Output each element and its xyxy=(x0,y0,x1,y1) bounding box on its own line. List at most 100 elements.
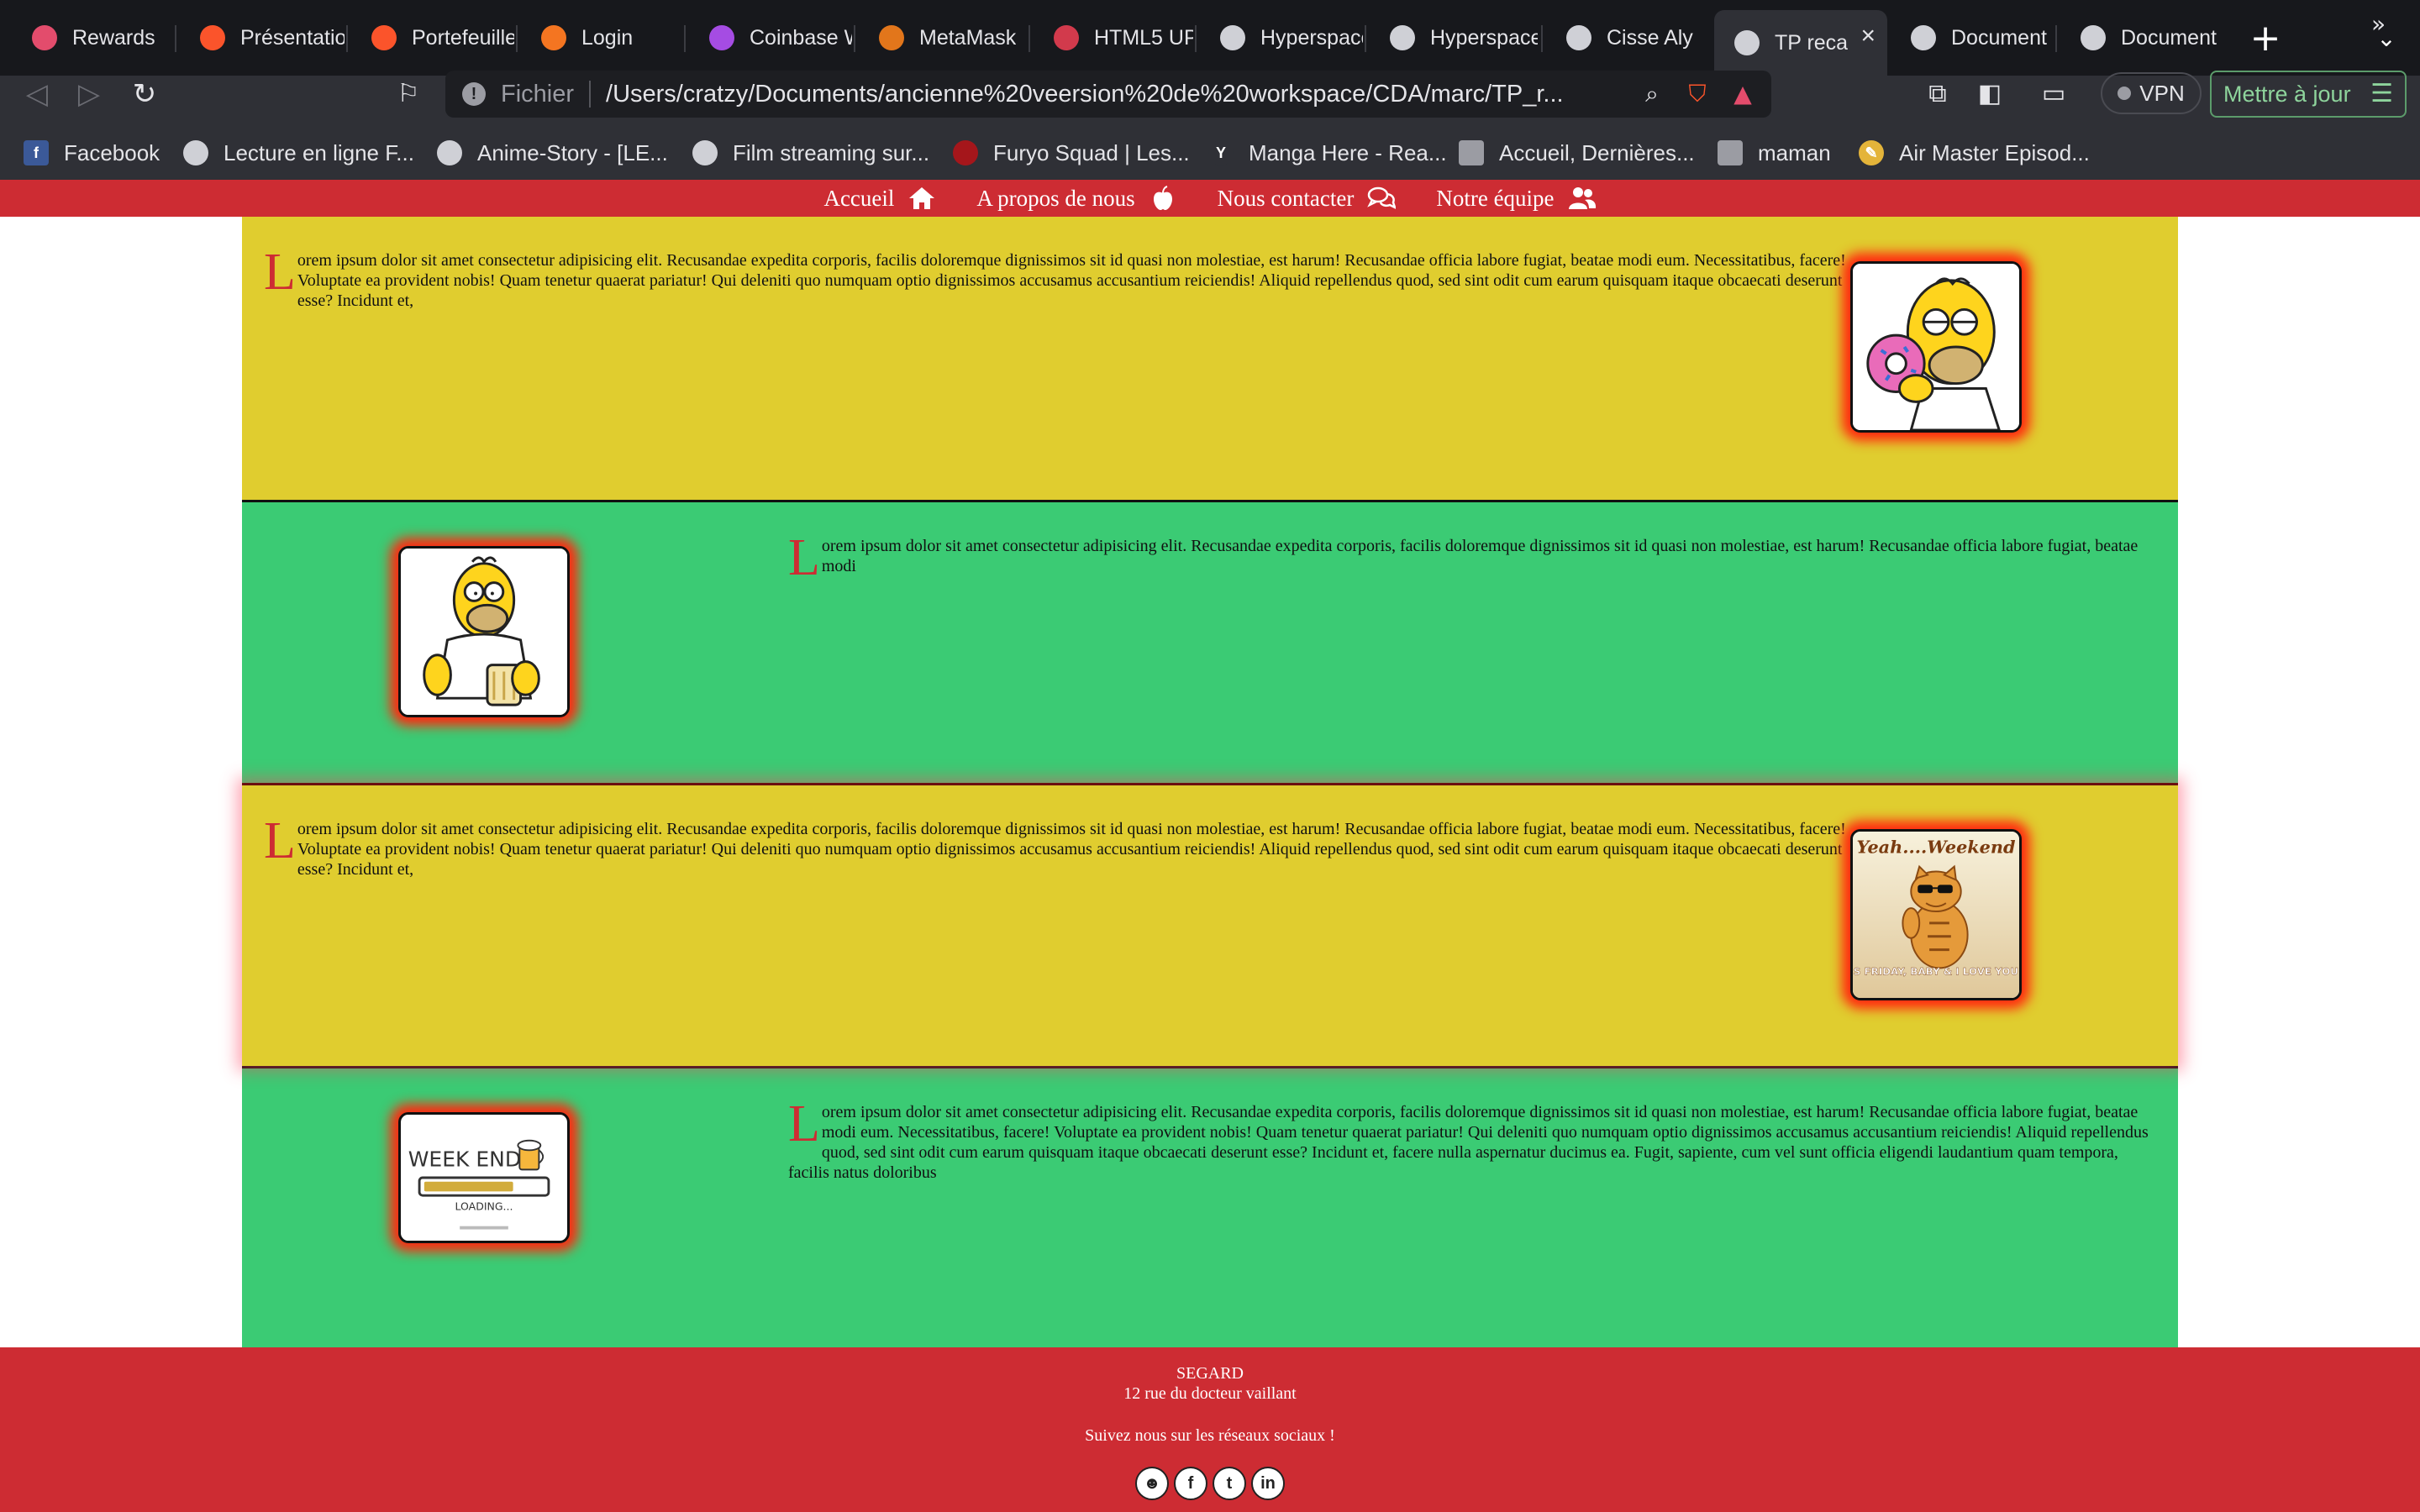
browser-tab-bar: Rewards Présentation Portefeuille Login Coin… xyxy=(0,0,2420,76)
tab-separator xyxy=(1365,25,1366,52)
section-text: orem ipsum dolor sit amet consectetur ad… xyxy=(788,1103,2149,1182)
globe-icon xyxy=(692,140,718,165)
browser-tab[interactable]: Présentation xyxy=(180,12,345,64)
browser-tab[interactable]: HTML5 UP! xyxy=(1034,12,1193,64)
tab-separator xyxy=(1195,25,1197,52)
tab-label: Document xyxy=(1951,25,2047,50)
globe-icon xyxy=(183,140,208,165)
back-icon[interactable]: ◁ xyxy=(15,72,59,116)
section-text: orem ipsum dolor sit amet consectetur ad… xyxy=(297,251,1846,310)
facebook-icon[interactable]: f xyxy=(1174,1467,1207,1500)
section-1-text: Lorem ipsum dolor sit amet consectetur a… xyxy=(264,246,1860,311)
tab-separator xyxy=(346,25,348,52)
update-label: Mettre à jour xyxy=(2223,81,2351,107)
update-button[interactable]: Mettre à jour ☰ xyxy=(2210,71,2407,118)
globe-icon xyxy=(437,140,462,165)
globe-icon xyxy=(1220,25,1245,50)
tab-label: Coinbase W xyxy=(750,25,852,50)
bookmark-item[interactable]: maman xyxy=(1718,138,1831,168)
bookmarks-bar: f Facebook Lecture en ligne F... Anime-Stor… xyxy=(0,128,2420,178)
twitter-icon[interactable]: t xyxy=(1213,1467,1246,1500)
metamask-icon xyxy=(879,25,904,50)
vpn-button[interactable]: VPN xyxy=(2101,72,2202,114)
weekend-caption-bottom: LOADING... xyxy=(455,1200,513,1212)
bookmarks-overflow-icon[interactable]: » xyxy=(2371,10,2386,38)
folder-icon xyxy=(1459,140,1484,165)
forward-icon[interactable]: ▷ xyxy=(67,72,111,116)
bookmark-item[interactable]: Furyo Squad | Les... xyxy=(953,138,1190,168)
tab-label: Rewards xyxy=(72,25,155,50)
bookmark-label: Lecture en ligne F... xyxy=(224,139,414,165)
extensions-icon[interactable]: ⧉ xyxy=(1916,72,1960,116)
globe-icon xyxy=(1390,25,1415,50)
reload-icon[interactable]: ↻ xyxy=(123,72,166,116)
dropcap: L xyxy=(788,529,820,586)
section-3-text: Lorem ipsum dolor sit amet consectetur a… xyxy=(264,815,1860,879)
bookmark-item[interactable]: Y Manga Here - Rea... xyxy=(1208,138,1447,168)
tab-separator xyxy=(1028,25,1030,52)
garfield-weekend-image: Yeah....Weekend IT'S FRIDAY, BABY & I LO… xyxy=(1850,829,2022,1000)
globe-icon xyxy=(2081,25,2106,50)
linkedin-icon[interactable]: in xyxy=(1251,1467,1285,1500)
bookmark-item[interactable]: Accueil, Dernières... xyxy=(1459,138,1695,168)
browser-tab[interactable]: Document xyxy=(1891,12,2052,64)
globe-icon xyxy=(1734,30,1760,55)
bookmark-item[interactable]: Anime-Story - [LE... xyxy=(437,138,668,168)
nav-about-link[interactable]: A propos de nous xyxy=(976,186,1176,212)
tab-separator xyxy=(2055,25,2057,52)
tab-separator xyxy=(1541,25,1543,52)
bookmark-label: Facebook xyxy=(64,139,160,165)
url-text[interactable]: /Users/cratzy/Documents/ancienne%20veers… xyxy=(606,81,1635,108)
brave-icon xyxy=(371,25,397,50)
wallet-icon[interactable]: ▭ xyxy=(2032,72,2075,116)
mangahere-icon: Y xyxy=(1208,140,1234,165)
close-tab-icon[interactable]: × xyxy=(1860,22,1876,50)
brave-shields-icon[interactable]: ⛉ xyxy=(1681,77,1714,111)
browser-tab[interactable]: Document xyxy=(2060,12,2228,64)
new-tab-button[interactable]: + xyxy=(2247,15,2284,62)
menu-icon[interactable]: ☰ xyxy=(2370,79,2393,108)
bookmark-item[interactable]: ✎ Air Master Episod... xyxy=(1859,138,2090,168)
section-text: orem ipsum dolor sit amet consectetur ad… xyxy=(821,537,2139,575)
facebook-icon: f xyxy=(24,140,49,165)
bookmark-item[interactable]: f Facebook xyxy=(24,138,160,168)
bookmark-item[interactable]: Lecture en ligne F... xyxy=(183,138,414,168)
site-info-icon[interactable]: ! xyxy=(462,82,486,106)
address-bar[interactable]: ! Fichier /Users/cratzy/Documents/ancien… xyxy=(445,71,1771,118)
browser-tab[interactable]: Hyperspace xyxy=(1370,12,1538,64)
browser-tab[interactable]: Login xyxy=(521,12,682,64)
zoom-search-icon[interactable]: ⌕ xyxy=(1635,77,1669,111)
browser-tab[interactable]: MetaMask xyxy=(859,12,1027,64)
bookmark-page-icon[interactable]: ⚐ xyxy=(387,72,430,116)
crunchyroll-icon xyxy=(541,25,566,50)
sidebar-icon[interactable]: ◧ xyxy=(1968,72,2012,116)
browser-tab[interactable]: Hyperspace xyxy=(1200,12,1363,64)
brave-rewards-icon[interactable]: ▲ xyxy=(1726,77,1760,111)
browser-tab[interactable]: Rewards xyxy=(12,12,171,64)
globe-icon xyxy=(1911,25,1936,50)
bookmark-item[interactable]: Film streaming sur... xyxy=(692,138,929,168)
snapchat-icon[interactable]: ☻ xyxy=(1135,1467,1169,1500)
tab-label: TP reca xyxy=(1775,30,1849,55)
vpn-label: VPN xyxy=(2139,80,2185,106)
pencil-icon: ✎ xyxy=(1859,140,1884,165)
bookmark-label: maman xyxy=(1758,139,1831,165)
browser-tab[interactable]: TP reca × xyxy=(1714,10,1887,76)
browser-tab[interactable]: Coinbase W xyxy=(689,12,852,64)
tab-label: Cisse Aly xyxy=(1607,25,1693,50)
tab-separator xyxy=(175,25,176,52)
browser-tab[interactable]: Portefeuille xyxy=(351,12,514,64)
browser-tab[interactable]: Cisse Aly xyxy=(1546,12,1707,64)
apple-icon xyxy=(1153,186,1172,210)
section-2: Lorem ipsum dolor sit amet consectetur a… xyxy=(242,500,2178,783)
section-text: orem ipsum dolor sit amet consectetur ad… xyxy=(297,820,1846,879)
bookmark-label: Air Master Episod... xyxy=(1899,139,2090,165)
folder-icon xyxy=(1718,140,1743,165)
nav-team-link[interactable]: Notre équipe xyxy=(1436,186,1596,212)
brave-icon xyxy=(200,25,225,50)
tab-label: Login xyxy=(581,25,634,50)
nav-contact-link[interactable]: Nous contacter xyxy=(1218,186,1397,212)
tab-label: Document xyxy=(2121,25,2217,50)
dropcap: L xyxy=(788,1095,820,1152)
nav-home-link[interactable]: Accueil xyxy=(823,186,936,212)
